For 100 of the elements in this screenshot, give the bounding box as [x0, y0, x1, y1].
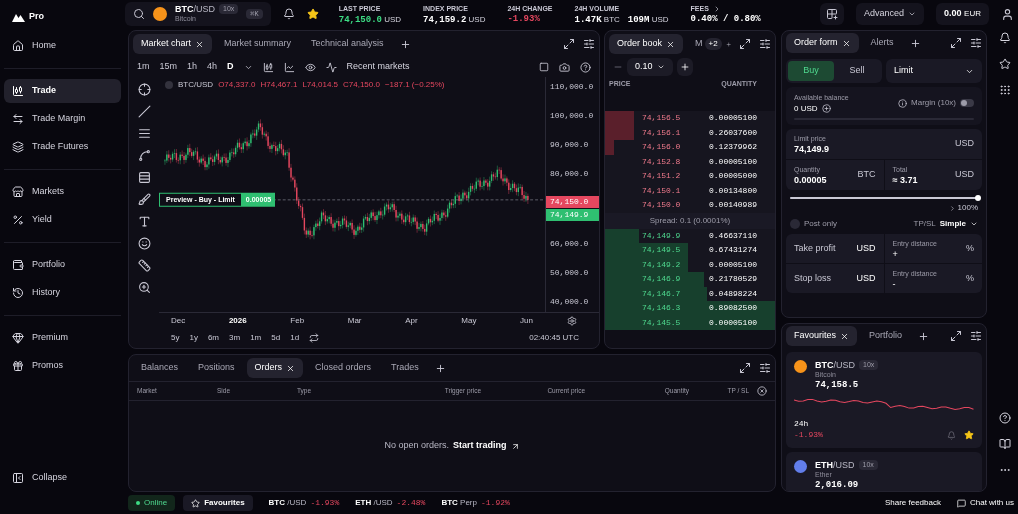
sidebar-item[interactable]: Yield: [4, 208, 121, 232]
help-icon[interactable]: [580, 61, 591, 73]
drawing-tool-icon[interactable]: [137, 105, 151, 118]
side-toggle[interactable]: Sell: [834, 61, 880, 81]
settings-icon[interactable]: [970, 37, 982, 49]
ticker-pair[interactable]: BTC /USD: [268, 497, 307, 509]
drawing-tool-icon[interactable]: [137, 215, 151, 228]
add-tab-icon[interactable]: [434, 362, 446, 374]
sidebar-item[interactable]: History: [4, 281, 121, 305]
drawing-tool-icon[interactable]: [137, 281, 151, 294]
sidebar-item[interactable]: Trade Margin: [4, 107, 121, 131]
interval-button[interactable]: 1m: [137, 60, 150, 74]
panel-tab[interactable]: Positions: [190, 358, 243, 378]
add-tab-icon[interactable]: [399, 38, 411, 50]
sidebar-item[interactable]: Portfolio: [4, 253, 121, 277]
order-price[interactable]: 74,156.1: [642, 126, 681, 139]
settings-icon[interactable]: [759, 362, 771, 374]
sidebar-item[interactable]: Promos: [4, 354, 121, 378]
settings-icon[interactable]: [759, 38, 771, 50]
cancel-all-icon[interactable]: [757, 386, 767, 396]
interval-button[interactable]: 4h: [207, 60, 218, 74]
input-field[interactable]: Stop loss USD: [786, 264, 884, 293]
close-icon[interactable]: [841, 38, 851, 48]
star-icon[interactable]: [999, 58, 1011, 70]
range-button[interactable]: 1d: [290, 332, 300, 344]
settings-icon[interactable]: [970, 330, 982, 342]
ticker-pair[interactable]: ETH /USD: [355, 497, 393, 509]
mode-dropdown[interactable]: Advanced: [856, 3, 925, 25]
side-toggle[interactable]: Buy: [788, 61, 834, 81]
compare-icon[interactable]: [325, 61, 337, 73]
grid-icon[interactable]: [999, 84, 1011, 96]
drawing-tool-icon[interactable]: [137, 149, 151, 162]
drawing-tool-icon[interactable]: [137, 237, 151, 250]
star-icon[interactable]: [964, 430, 974, 440]
range-button[interactable]: 5y: [171, 332, 180, 344]
order-type-dropdown[interactable]: Limit: [886, 59, 982, 83]
order-price[interactable]: 74,150.0: [642, 199, 681, 212]
drawing-tool-icon[interactable]: [137, 127, 151, 140]
order-price[interactable]: 74,146.9: [642, 273, 681, 286]
book-icon[interactable]: [999, 438, 1011, 450]
panel-tab[interactable]: Trades: [383, 358, 427, 378]
bell-icon[interactable]: [999, 32, 1011, 44]
panel-tab[interactable]: Market chart: [133, 34, 212, 54]
range-button[interactable]: 1m: [250, 332, 262, 344]
search-icon[interactable]: [133, 8, 145, 20]
drawing-tool-icon[interactable]: [137, 259, 151, 272]
order-price[interactable]: 74,149.2: [642, 258, 681, 271]
camera-icon[interactable]: [559, 61, 570, 73]
order-price[interactable]: 74,152.8: [642, 155, 681, 168]
sidebar-item[interactable]: Home: [4, 34, 121, 58]
info-icon[interactable]: [898, 98, 908, 108]
order-price[interactable]: 74,149.9: [642, 229, 681, 242]
expand-icon[interactable]: [950, 330, 962, 342]
interval-button[interactable]: D: [227, 60, 234, 74]
tpsl-dropdown[interactable]: Simple: [939, 218, 978, 230]
add-tab-icon[interactable]: [909, 37, 921, 49]
eye-icon[interactable]: [304, 61, 316, 73]
margin-switch[interactable]: [960, 99, 974, 107]
interval-button[interactable]: 1h: [187, 60, 198, 74]
more-tabs-badge[interactable]: +2: [704, 38, 722, 50]
sidebar-item[interactable]: Markets: [4, 180, 121, 204]
panel-tab[interactable]: Favourites: [786, 326, 858, 346]
close-icon[interactable]: [840, 331, 850, 341]
chat-link[interactable]: Chat with us: [956, 497, 1014, 509]
star-icon[interactable]: [306, 8, 319, 20]
panel-tab[interactable]: Closed orders: [307, 358, 380, 378]
drawing-tool-icon[interactable]: [137, 193, 151, 206]
panel-tab[interactable]: Balances: [133, 358, 187, 378]
range-button[interactable]: 1y: [189, 332, 198, 344]
tick-size-dropdown[interactable]: 0.10: [627, 58, 673, 76]
order-price[interactable]: 74,146.7: [642, 287, 681, 300]
sidebar-item[interactable]: Trade Futures: [4, 135, 121, 159]
expand-icon[interactable]: [563, 38, 575, 50]
post-only-checkbox[interactable]: [790, 219, 800, 229]
sidebar-item[interactable]: Trade: [4, 79, 121, 103]
expand-icon[interactable]: [739, 362, 751, 374]
panel-tab[interactable]: Alerts: [862, 33, 902, 53]
start-trading-link[interactable]: Start trading: [453, 439, 520, 453]
ticker-pair[interactable]: BTC Perp: [441, 497, 477, 509]
order-price[interactable]: 74,151.2: [642, 170, 681, 183]
order-price[interactable]: 74,145.5: [642, 316, 681, 329]
panel-tab[interactable]: Portfolio: [861, 326, 911, 346]
sidebar-item[interactable]: Premium: [4, 326, 121, 350]
amount-slider[interactable]: [790, 194, 978, 202]
order-price[interactable]: 74,156.5: [642, 112, 681, 125]
candles-icon[interactable]: [262, 61, 274, 73]
range-button[interactable]: 5d: [271, 332, 281, 344]
account-balance[interactable]: 0.00 EUR: [936, 3, 989, 25]
input-field[interactable]: Take profit USD: [786, 234, 884, 263]
panel-tab[interactable]: Market summary: [216, 34, 300, 54]
plus-button[interactable]: [676, 58, 693, 76]
panel-tab[interactable]: Orders: [246, 358, 304, 378]
indicator-icon[interactable]: [283, 61, 295, 73]
interval-button[interactable]: 15m: [159, 60, 178, 74]
panel-tab[interactable]: Technical analysis: [303, 34, 392, 54]
favourites-button[interactable]: Favourites: [183, 495, 253, 511]
user-icon[interactable]: [1001, 7, 1014, 21]
order-price[interactable]: 74,149.5: [642, 244, 681, 257]
drawing-tool-icon[interactable]: [137, 83, 151, 96]
layout-button[interactable]: [820, 3, 845, 25]
